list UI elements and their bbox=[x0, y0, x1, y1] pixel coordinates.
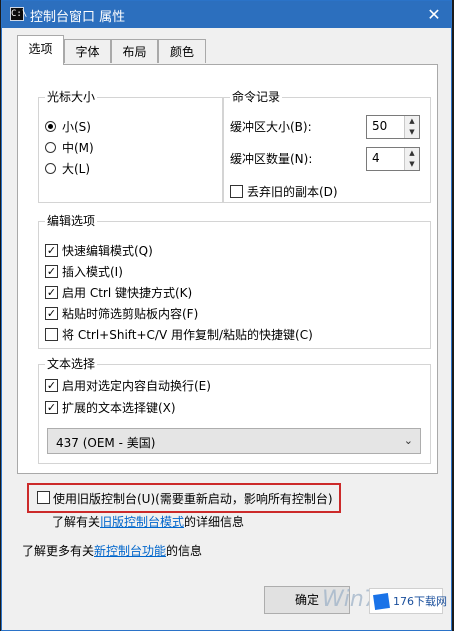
codepage-value: 437 (OEM - 美国) bbox=[56, 436, 156, 450]
spin-down-icon[interactable]: ▼ bbox=[404, 127, 419, 138]
console-app-icon: C:\ bbox=[10, 7, 28, 21]
checkbox-label: 启用 Ctrl 键快捷方式(K) bbox=[62, 286, 193, 300]
radio-unchecked-icon bbox=[45, 163, 56, 174]
checkbox-label: 插入模式(I) bbox=[62, 265, 123, 279]
checkbox-checked-icon: ✓ bbox=[45, 401, 58, 414]
legacy-console-label[interactable]: 使用旧版控制台(U)(需要重新启动，影响所有控制台) bbox=[53, 491, 333, 507]
new-features-link[interactable]: 新控制台功能 bbox=[94, 544, 166, 558]
checkbox-label: 快速编辑模式(Q) bbox=[62, 244, 153, 258]
text-selection-title: 文本选择 bbox=[45, 357, 98, 371]
checkbox-unchecked-icon bbox=[45, 328, 58, 341]
checkbox-label: 丢弃旧的副本(D) bbox=[247, 185, 338, 199]
radio-label: 中(M) bbox=[62, 141, 94, 155]
info-text: 了解更多有关 bbox=[22, 544, 95, 558]
codepage-dropdown[interactable]: 437 (OEM - 美国) ⌄ bbox=[47, 428, 421, 454]
console-properties-dialog: C:\ 控制台窗口 属性 ✕ 选项 字体 布局 颜色 光标大小 小(S) 中(M… bbox=[1, 0, 452, 631]
brand-watermark: 176下载网 bbox=[369, 588, 447, 614]
checkbox-checked-icon: ✓ bbox=[45, 244, 58, 257]
radio-unchecked-icon bbox=[45, 142, 56, 153]
buffer-count-spinner[interactable]: 4 ▲ ▼ bbox=[366, 147, 420, 171]
chevron-down-icon[interactable]: ⌄ bbox=[404, 434, 413, 447]
checkbox-checked-icon: ✓ bbox=[45, 286, 58, 299]
command-history-title: 命令记录 bbox=[230, 90, 283, 104]
legacy-info-line: 了解有关旧版控制台模式的详细信息 bbox=[52, 513, 244, 531]
edit-options-title: 编辑选项 bbox=[45, 214, 98, 228]
checkbox-label: 粘贴时筛选剪贴板内容(F) bbox=[62, 307, 199, 321]
cursor-size-title: 光标大小 bbox=[45, 90, 98, 104]
checkbox-label: 将 Ctrl+Shift+C/V 用作复制/粘贴的快捷键(C) bbox=[62, 328, 313, 342]
checkbox-label: 扩展的文本选择键(X) bbox=[62, 401, 176, 415]
tab-colors[interactable]: 颜色 bbox=[158, 39, 206, 63]
close-button[interactable]: ✕ bbox=[417, 1, 451, 28]
buffer-size-label: 缓冲区大小(B): bbox=[230, 120, 312, 134]
checkbox-label: 启用对选定内容自动换行(E) bbox=[62, 379, 211, 393]
buffer-count-value[interactable]: 4 bbox=[372, 151, 380, 165]
brand-text: 176下载网 bbox=[393, 595, 447, 608]
info-text: 的信息 bbox=[166, 544, 203, 558]
buffer-size-value[interactable]: 50 bbox=[372, 119, 387, 133]
buffer-size-spinner[interactable]: 50 ▲ ▼ bbox=[366, 115, 420, 139]
options-panel: 光标大小 小(S) 中(M) 大(L) 命令记录 缓冲区大小(B): 50 ▲ … bbox=[17, 64, 438, 474]
new-features-info-line: 了解更多有关新控制台功能的信息 bbox=[22, 542, 202, 560]
radio-label: 小(S) bbox=[62, 120, 91, 134]
checkbox-unchecked-icon bbox=[230, 185, 243, 198]
tab-options[interactable]: 选项 bbox=[17, 35, 64, 65]
buffer-count-label: 缓冲区数量(N): bbox=[230, 152, 313, 166]
radio-label: 大(L) bbox=[62, 162, 91, 176]
tab-font[interactable]: 字体 bbox=[64, 39, 111, 63]
checkbox-checked-icon: ✓ bbox=[45, 307, 58, 320]
legacy-console-checkbox[interactable] bbox=[37, 491, 50, 504]
legacy-mode-link[interactable]: 旧版控制台模式 bbox=[100, 515, 184, 529]
tab-layout[interactable]: 布局 bbox=[111, 39, 158, 63]
info-text: 了解有关 bbox=[52, 515, 101, 529]
window-title: 控制台窗口 属性 bbox=[30, 10, 126, 25]
spin-down-icon[interactable]: ▼ bbox=[404, 159, 419, 170]
brand-logo-icon bbox=[373, 593, 390, 610]
title-bar[interactable]: C:\ 控制台窗口 属性 ✕ bbox=[2, 1, 451, 28]
checkbox-checked-icon: ✓ bbox=[45, 265, 58, 278]
radio-checked-icon bbox=[45, 121, 56, 132]
legacy-console-highlight: 使用旧版控制台(U)(需要重新启动，影响所有控制台) bbox=[27, 483, 341, 513]
info-text: 的详细信息 bbox=[184, 515, 245, 529]
checkbox-checked-icon: ✓ bbox=[45, 379, 58, 392]
